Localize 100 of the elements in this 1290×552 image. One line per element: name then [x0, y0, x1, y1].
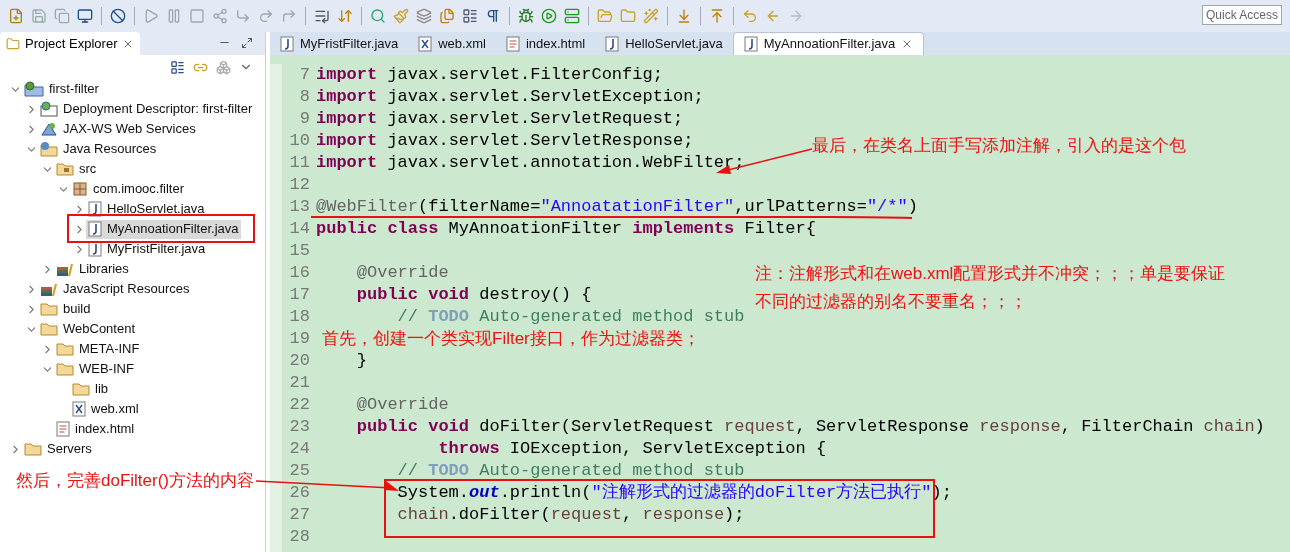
- folder-icon: [72, 382, 90, 396]
- line-number: 13: [289, 196, 310, 218]
- annotation-note: 然后，完善doFilter()方法的内容: [16, 470, 254, 492]
- line-number: 22: [289, 394, 310, 416]
- code-line: public class MyAnnoationFilter implements Filter{: [316, 220, 816, 238]
- code-line: import javax.servlet.ServletResponse;: [316, 132, 694, 150]
- tree-item[interactable]: Deployment Descriptor: first-filter: [38, 99, 255, 119]
- tree-item[interactable]: index.html: [54, 419, 137, 439]
- code-line: }: [355, 352, 367, 370]
- tree-item[interactable]: lib: [70, 379, 110, 399]
- descriptor-icon: [40, 101, 58, 117]
- java-file-icon: [605, 35, 620, 52]
- run-icon[interactable]: [539, 6, 559, 26]
- tree-item[interactable]: WebContent: [38, 319, 138, 339]
- panel-title: Project Explorer: [25, 34, 118, 53]
- wand-icon[interactable]: [641, 6, 661, 26]
- brush-icon[interactable]: [391, 6, 411, 26]
- code-editor[interactable]: [270, 55, 1290, 552]
- tree-item[interactable]: src: [54, 159, 99, 179]
- code-line: System.out.println("注解形式的过滤器的doFilter方法已执行");: [396, 484, 952, 502]
- code-line: import javax.servlet.FilterConfig;: [316, 66, 663, 84]
- html-file-icon: [56, 421, 70, 437]
- editor-tab[interactable]: HelloServlet.java: [595, 32, 733, 55]
- line-number: 12: [289, 174, 310, 196]
- line-number: 14: [289, 218, 310, 240]
- layout-icon[interactable]: [460, 6, 480, 26]
- folder-icon: [40, 302, 58, 316]
- java-resources-icon: [40, 141, 58, 157]
- line-number: 7: [299, 64, 310, 86]
- maximize-icon[interactable]: [241, 37, 253, 49]
- code-line: import javax.servlet.annotation.WebFilter;: [316, 154, 745, 172]
- tree-item[interactable]: MyAnnoationFilter.java: [86, 219, 241, 239]
- server-icon[interactable]: [562, 6, 582, 26]
- files-icon[interactable]: [437, 6, 457, 26]
- line-number: 9: [299, 108, 310, 130]
- project-icon: [24, 81, 44, 97]
- code-line: public void doFilter(ServletRequest request, ServletResponse response, FilterChain chain): [355, 418, 1265, 436]
- code-line: @Override: [355, 396, 449, 414]
- code-line: chain.doFilter(request, response);: [396, 506, 745, 524]
- monitor-icon[interactable]: [75, 6, 95, 26]
- tree-item[interactable]: Libraries: [54, 259, 131, 279]
- tree-item[interactable]: MyFristFilter.java: [86, 239, 208, 259]
- tree-item[interactable]: com.imooc.filter: [70, 179, 187, 199]
- tree-item[interactable]: Servers: [22, 439, 94, 459]
- folder-icon: [40, 322, 58, 336]
- tree-item[interactable]: JAX-WS Web Services: [38, 119, 198, 139]
- code-line: @Override: [355, 264, 449, 282]
- line-number: 24: [289, 438, 310, 460]
- editor-tab[interactable]: index.html: [495, 32, 596, 55]
- java-file-icon: [743, 36, 758, 52]
- code-line: // TODO Auto-generated method stub: [396, 462, 745, 480]
- line-number: 26: [289, 482, 310, 504]
- line-number: 25: [289, 460, 310, 482]
- line-number: 10: [289, 130, 310, 152]
- line-number: 23: [289, 416, 310, 438]
- folder-icon: [56, 342, 74, 356]
- collapse-all-icon[interactable]: [170, 59, 185, 75]
- tree-item[interactable]: HelloServlet.java: [86, 199, 207, 219]
- editor-tab[interactable]: web.xml: [408, 32, 496, 55]
- annotation-note: 注：注解形式和在web.xml配置形式并不冲突；；；单是要保证: [755, 263, 1226, 285]
- annotation-note: 最后，在类名上面手写添加注解，引入的是这个包: [812, 135, 1186, 157]
- code-line: @WebFilter(filterName="AnnoatationFilter",urlPatterns="/*"): [316, 198, 918, 216]
- library-icon: [40, 281, 58, 297]
- tree-item[interactable]: web.xml: [70, 399, 141, 419]
- save-icon[interactable]: [29, 6, 49, 26]
- tree-item[interactable]: META-INF: [54, 339, 142, 359]
- line-number: 15: [289, 240, 310, 262]
- code-line: // TODO Auto-generated method stub: [396, 308, 745, 326]
- package-icon: [72, 181, 88, 197]
- java-file-icon: [280, 35, 294, 52]
- line-number: 19: [289, 328, 310, 350]
- tree-item[interactable]: WEB-INF: [54, 359, 136, 379]
- quick-access-field[interactable]: Quick Access: [1201, 5, 1282, 25]
- tree-item[interactable]: first-filter: [22, 79, 101, 99]
- line-number: 27: [289, 504, 310, 526]
- java-file-icon: [88, 221, 102, 237]
- stop-icon[interactable]: [187, 6, 207, 26]
- xml-file-icon: [418, 35, 433, 52]
- code-line: throws IOException, ServletException {: [437, 440, 827, 458]
- library-icon: [56, 261, 74, 277]
- panel-tab[interactable]: Project Explorer: [0, 32, 141, 55]
- web-service-icon: [40, 121, 58, 137]
- code-line: import javax.servlet.ServletException;: [316, 88, 704, 106]
- annotation-note: 首先，创建一个类实现Filter接口，作为过滤器类；: [322, 328, 700, 350]
- html-file-icon: [505, 35, 520, 52]
- line-number: 17: [289, 284, 310, 306]
- line-number: 18: [289, 306, 310, 328]
- code-line: import javax.servlet.ServletRequest;: [316, 110, 684, 128]
- folder-icon: [56, 362, 74, 376]
- tree-item[interactable]: JavaScript Resources: [38, 279, 192, 299]
- editor-tab[interactable]: MyAnnoationFilter.java: [732, 32, 925, 55]
- editor-tab[interactable]: MyFristFilter.java: [270, 32, 409, 55]
- folder-icon: [56, 162, 74, 176]
- xml-file-icon: [72, 401, 86, 417]
- tree-item[interactable]: Java Resources: [38, 139, 159, 159]
- line-number: 21: [289, 372, 310, 394]
- layers-icon[interactable]: [414, 6, 434, 26]
- line-number: 8: [299, 86, 310, 108]
- tree-item[interactable]: build: [38, 299, 93, 319]
- line-number: 11: [289, 152, 310, 174]
